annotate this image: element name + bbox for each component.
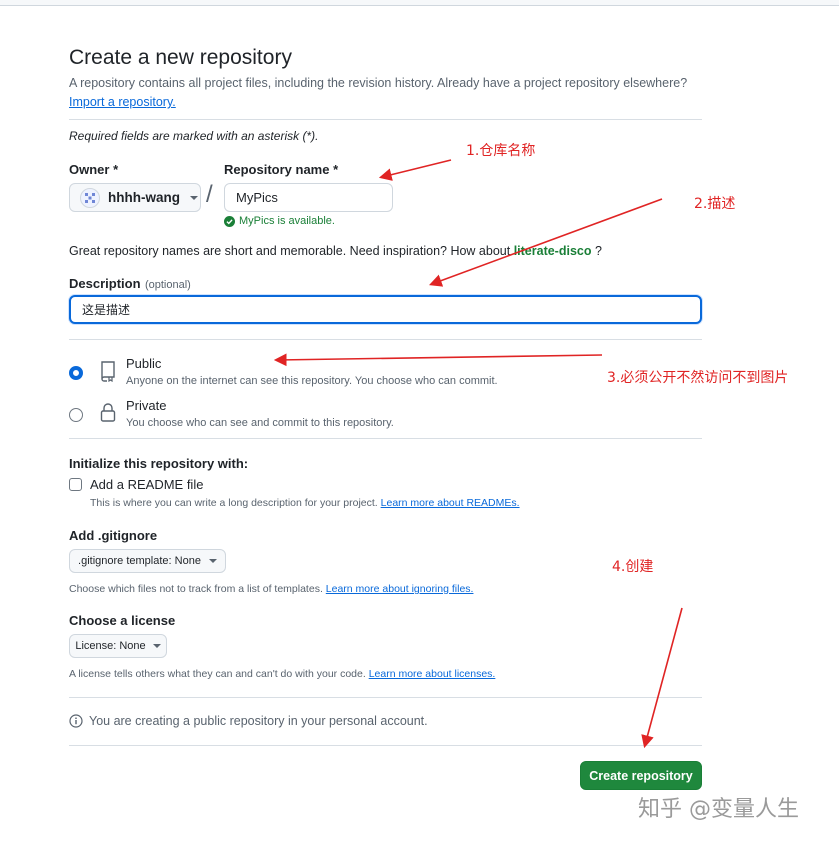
annotation-create: 4.创建 — [612, 559, 654, 575]
annotation-public: 3.必须公开不然访问不到图片 — [607, 370, 789, 386]
annotation-arrows — [273, 159, 683, 749]
arrow-description — [428, 198, 663, 287]
annotation-repo-name: 1.仓库名称 — [466, 143, 536, 159]
arrow-public — [273, 353, 603, 367]
watermark: 知乎 @变量人生 — [638, 797, 799, 822]
annotation-description: 2.描述 — [694, 196, 736, 212]
arrow-repo-name — [378, 159, 452, 181]
arrow-create — [641, 607, 683, 749]
